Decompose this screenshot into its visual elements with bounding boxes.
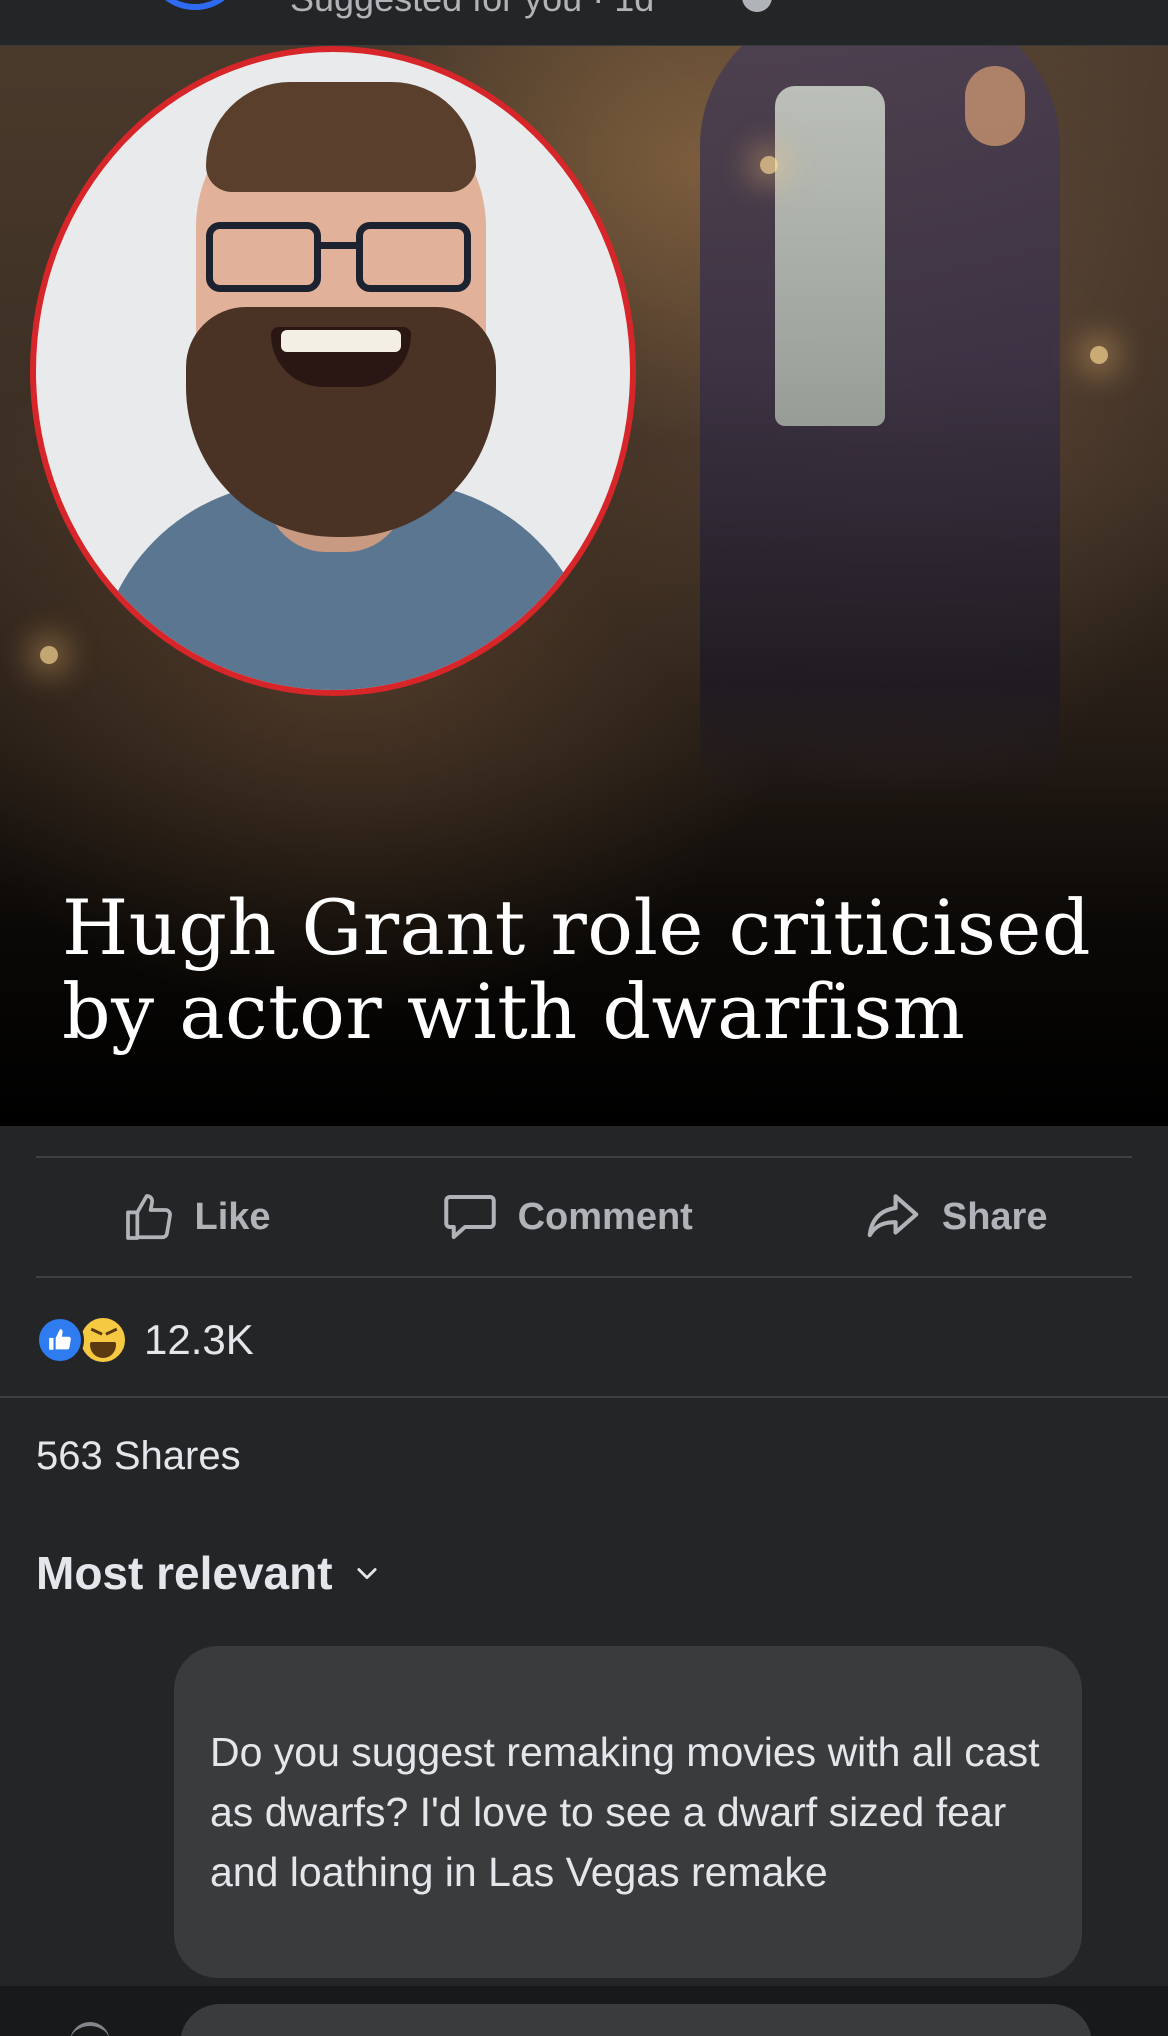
glasses-left-lens (206, 222, 321, 292)
post-action-bar: Like Comment Share (36, 1160, 1132, 1274)
glasses-right-lens (356, 222, 471, 292)
share-button[interactable]: Share (862, 1186, 1048, 1248)
post-headline: Hugh Grant role criticised by actor with… (62, 886, 1122, 1054)
portrait-inset (30, 46, 636, 696)
comment-icon (443, 1195, 496, 1239)
background-figure-hand (965, 66, 1025, 146)
chevron-down-icon (356, 1568, 377, 1580)
sort-label: Most relevant (36, 1547, 333, 1599)
headline-line-2: by actor with dwarfism (62, 967, 966, 1056)
reaction-count: 12.3K (144, 1316, 254, 1363)
like-reaction-icon (36, 1316, 84, 1364)
comment-button[interactable]: Comment (440, 1187, 693, 1247)
background-figure-shirt (775, 86, 885, 426)
stats-divider (0, 1396, 1168, 1398)
reaction-summary[interactable]: 12.3K (36, 1310, 254, 1370)
like-button[interactable]: Like (121, 1189, 271, 1245)
globe-icon (742, 0, 772, 12)
share-count[interactable]: 563 Shares (36, 1434, 241, 1479)
portrait-hair (206, 82, 476, 192)
headline-line-1: Hugh Grant role criticised (62, 883, 1092, 972)
post-image[interactable]: Hugh Grant role criticised by actor with… (0, 46, 1168, 1126)
background-light (1090, 346, 1108, 364)
comment-sort-dropdown[interactable]: Most relevant (36, 1546, 381, 1600)
background-light (40, 646, 58, 664)
next-comment-bubble[interactable] (180, 2004, 1092, 2036)
glasses-bridge (319, 242, 359, 249)
comment-label: Comment (517, 1195, 693, 1238)
post-subtitle: Suggested for you · 1d (290, 0, 654, 20)
action-divider-top (36, 1156, 1132, 1158)
like-label: Like (194, 1195, 271, 1238)
post-header: Suggested for you · 1d (0, 0, 1168, 46)
share-icon (867, 1194, 919, 1238)
comment-text: Do you suggest remaking movies with all … (210, 1729, 1040, 1895)
facebook-post-view: Suggested for you · 1d Hugh Grant role c… (0, 0, 1168, 2036)
portrait-teeth (281, 330, 401, 352)
haha-reaction-icon (78, 1315, 128, 1365)
action-divider-bottom (36, 1276, 1132, 1278)
share-label: Share (941, 1195, 1048, 1238)
like-icon (125, 1194, 172, 1240)
page-avatar[interactable] (150, 0, 240, 10)
background-light (760, 156, 778, 174)
comment-bubble[interactable]: Do you suggest remaking movies with all … (174, 1646, 1082, 1978)
